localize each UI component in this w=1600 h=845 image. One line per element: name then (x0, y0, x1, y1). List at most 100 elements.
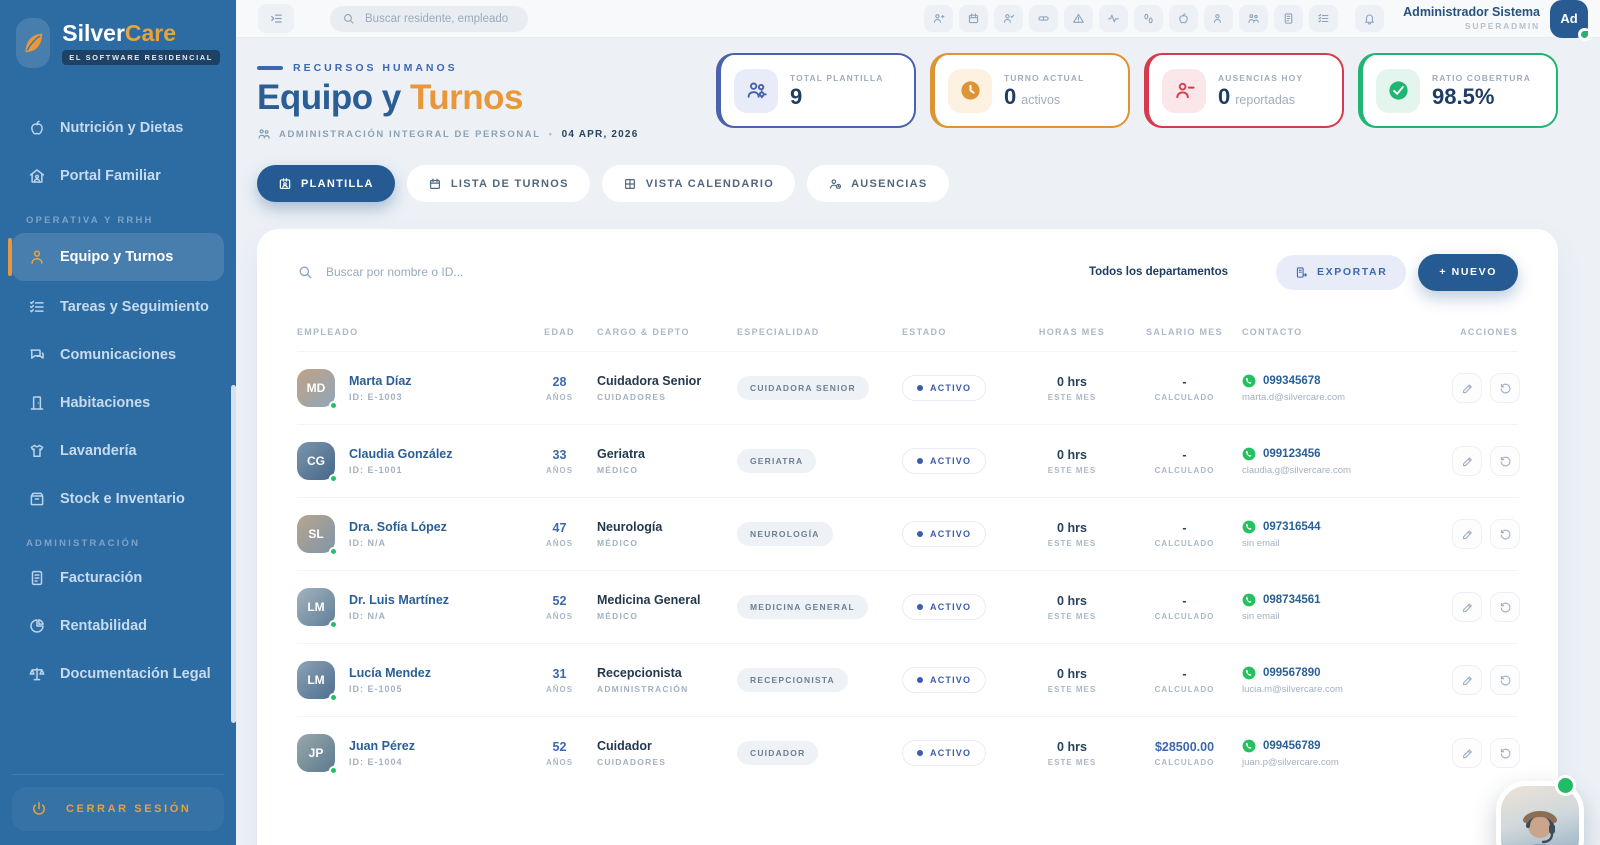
quick-warning-button[interactable] (1064, 5, 1094, 32)
age-cell: 31 AÑOS (522, 667, 597, 694)
sidebar-item-habitaciones[interactable]: Habitaciones (12, 381, 224, 425)
employee-id: ID: E-1003 (349, 392, 403, 402)
sidebar-item-stock-e-inventario[interactable]: Stock e Inventario (12, 477, 224, 521)
employee-name-link[interactable]: Marta Díaz (349, 374, 412, 388)
whatsapp-icon (1242, 520, 1256, 534)
employee-name-link[interactable]: Lucía Mendez (349, 666, 431, 680)
quick-person-button[interactable] (1204, 5, 1234, 32)
support-chat-widget[interactable] (1496, 775, 1584, 845)
table-row[interactable]: MD Marta Díaz ID: E-1003 28 AÑOS Cuidadora Se… (297, 351, 1520, 424)
edit-button[interactable] (1452, 592, 1482, 622)
specialty-cell: CUIDADORA SENIOR (737, 376, 902, 400)
contact-phone[interactable]: 099345678 (1242, 374, 1452, 388)
history-button[interactable] (1490, 519, 1520, 549)
quick-person-add-button[interactable] (924, 5, 954, 32)
employee-avatar: LM (297, 588, 338, 629)
employee-id: ID: E-1001 (349, 465, 403, 475)
quick-calendar-button[interactable] (959, 5, 989, 32)
salary-value: - (1182, 447, 1187, 462)
tab-ausencias[interactable]: AUSENCIAS (807, 165, 949, 202)
table-row[interactable]: JP Juan Pérez ID: E-1004 52 AÑOS Cuidador CUID… (297, 716, 1520, 789)
quick-pill-button[interactable] (1029, 5, 1059, 32)
edit-button[interactable] (1452, 519, 1482, 549)
history-button[interactable] (1490, 738, 1520, 768)
logout-label: CERRAR SESIÓN (66, 803, 192, 815)
sidebar-item-nutricion-y-dietas[interactable]: Nutrición y Dietas (12, 106, 224, 150)
table-row[interactable]: LM Dr. Luis Martínez ID: N/A 52 AÑOS Medicina… (297, 570, 1520, 643)
global-search-input[interactable] (363, 11, 516, 26)
sidebar-item-documentacion-legal[interactable]: Documentación Legal (12, 652, 224, 696)
quick-invoice-button[interactable] (1274, 5, 1304, 32)
history-button[interactable] (1490, 373, 1520, 403)
new-employee-button[interactable]: + NUEVO (1418, 253, 1518, 291)
tab-vista-calendario[interactable]: VISTA CALENDARIO (601, 165, 796, 202)
contact-phone[interactable]: 099567890 (1242, 666, 1452, 680)
contact-cell: 099456789 juan.p@silvercare.com (1242, 739, 1452, 768)
quick-activity-button[interactable] (1099, 5, 1129, 32)
role-cell: Recepcionista ADMINISTRACIÓN (597, 666, 737, 694)
quick-apple-button[interactable] (1169, 5, 1199, 32)
sidebar-scrollbar[interactable] (231, 385, 236, 723)
edit-button[interactable] (1452, 665, 1482, 695)
export-button[interactable]: EXPORTAR (1276, 254, 1407, 290)
user-block: Administrador Sistema SUPERADMIN (1403, 5, 1540, 31)
tab-lista-de-turnos[interactable]: LISTA DE TURNOS (406, 165, 590, 202)
hours-cell: 0 hrs ESTE MES (1017, 375, 1127, 402)
collapse-menu-button[interactable] (258, 4, 294, 33)
quick-person-check-button[interactable] (994, 5, 1024, 32)
actions-cell (1452, 373, 1520, 403)
contact-cell: 097316544 sin email (1242, 520, 1452, 549)
employee-name-link[interactable]: Dr. Luis Martínez (349, 593, 449, 607)
table-search-input[interactable] (324, 264, 644, 280)
hours-cell: 0 hrs ESTE MES (1017, 594, 1127, 621)
employee-id: ID: E-1005 (349, 684, 403, 694)
box-icon (28, 490, 46, 508)
user-avatar[interactable]: Ad (1550, 0, 1591, 41)
table-row[interactable]: SL Dra. Sofía López ID: N/A 47 AÑOS Neurologí… (297, 497, 1520, 570)
chat-icon (28, 346, 46, 364)
contact-cell: 099123456 claudia.g@silvercare.com (1242, 447, 1452, 476)
whatsapp-icon (1242, 666, 1256, 680)
edit-button[interactable] (1452, 373, 1482, 403)
contact-phone[interactable]: 098734561 (1242, 593, 1452, 607)
notifications-button[interactable] (1355, 5, 1385, 32)
role-cell: Cuidadora Senior CUIDADORES (597, 374, 737, 402)
search-icon (297, 264, 313, 280)
quick-checklist-button[interactable] (1309, 5, 1339, 32)
edit-icon (1461, 382, 1474, 395)
sidebar-item-rentabilidad[interactable]: Rentabilidad (12, 604, 224, 648)
quick-footprints-button[interactable] (1134, 5, 1164, 32)
history-button[interactable] (1490, 446, 1520, 476)
history-button[interactable] (1490, 665, 1520, 695)
edit-button[interactable] (1452, 446, 1482, 476)
logout-button[interactable]: CERRAR SESIÓN (12, 787, 224, 831)
contact-phone[interactable]: 097316544 (1242, 520, 1452, 534)
history-button[interactable] (1490, 592, 1520, 622)
sidebar-item-equipo-y-turnos[interactable]: Equipo y Turnos (8, 233, 224, 281)
contact-phone[interactable]: 099456789 (1242, 739, 1452, 753)
salary-value: - (1182, 374, 1187, 389)
history-icon (1499, 528, 1512, 541)
sidebar-item-comunicaciones[interactable]: Comunicaciones (12, 333, 224, 377)
quick-family-button[interactable] (1239, 5, 1269, 32)
employee-name-link[interactable]: Dra. Sofía López (349, 520, 447, 534)
tab-plantilla[interactable]: PLANTILLA (257, 165, 395, 202)
sidebar-item-tareas-y-seguimiento[interactable]: Tareas y Seguimiento (12, 285, 224, 329)
contact-phone[interactable]: 099123456 (1242, 447, 1452, 461)
employee-name-link[interactable]: Juan Pérez (349, 739, 415, 753)
employee-name-link[interactable]: Claudia González (349, 447, 453, 461)
table-row[interactable]: CG Claudia González ID: E-1001 33 AÑOS Geriat… (297, 424, 1520, 497)
status-badge: ACTIVO (902, 740, 987, 766)
history-icon (1499, 601, 1512, 614)
sidebar-item-portal-familiar[interactable]: Portal Familiar (12, 154, 224, 198)
search-icon (342, 12, 355, 25)
table-row[interactable]: LM Lucía Mendez ID: E-1005 31 AÑOS Recepcioni… (297, 643, 1520, 716)
hours-cell: 0 hrs ESTE MES (1017, 740, 1127, 767)
sidebar-item-lavanderia[interactable]: Lavandería (12, 429, 224, 473)
status-badge: ACTIVO (902, 375, 987, 401)
department-filter-dropdown[interactable]: Todos los departamentos (1089, 266, 1228, 278)
person-icon (1212, 12, 1225, 25)
edit-button[interactable] (1452, 738, 1482, 768)
sidebar-item-facturacion[interactable]: Facturación (12, 556, 224, 600)
age-value: 47 (552, 520, 567, 535)
